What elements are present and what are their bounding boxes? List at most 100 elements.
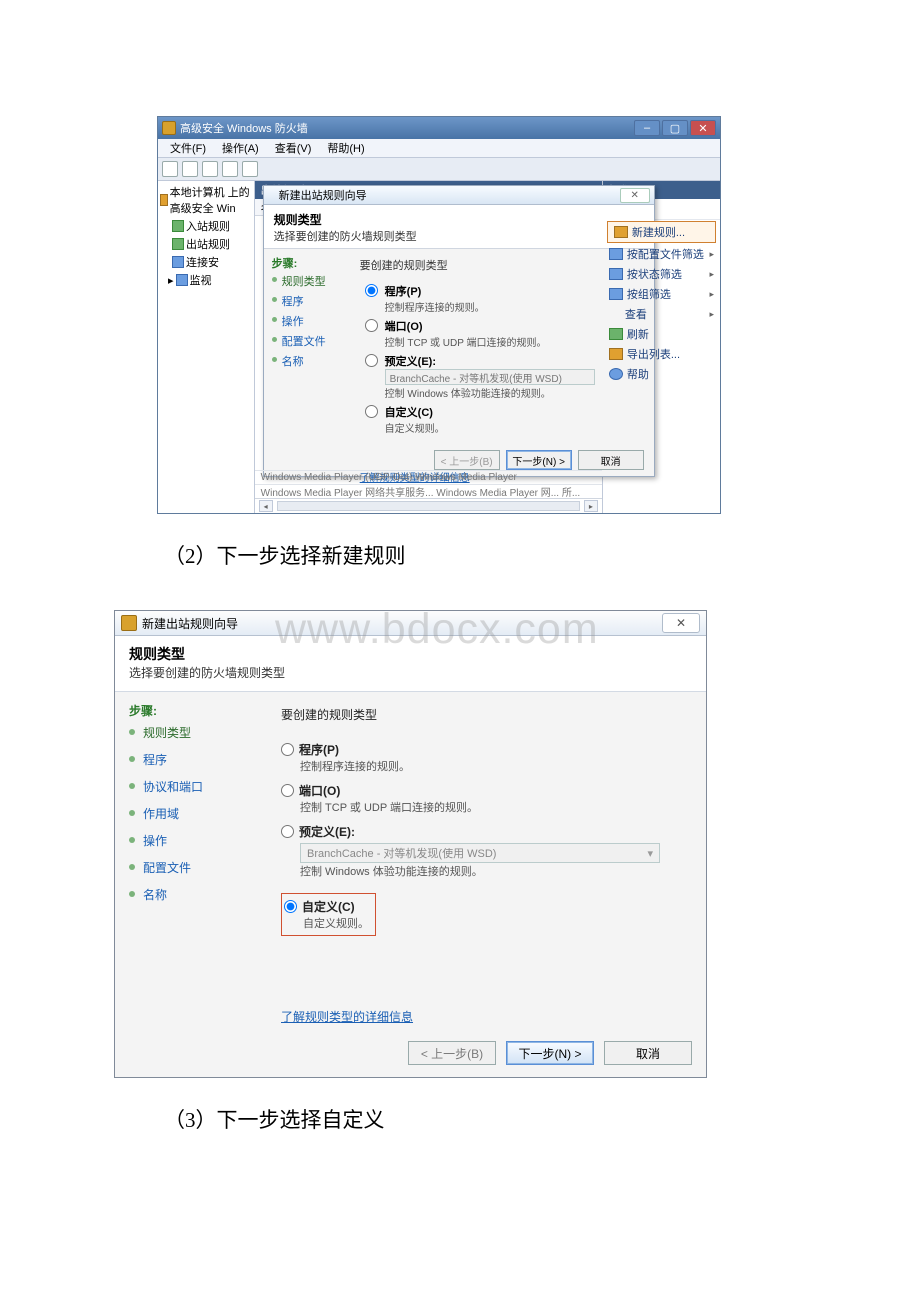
maximize-button[interactable]: ▢ — [662, 120, 688, 136]
refresh-icon[interactable] — [222, 161, 238, 177]
wizard-steps: 步骤: 规则类型 程序 操作 配置文件 名称 — [264, 249, 354, 469]
wizard-header: 规则类型 选择要创建的防火墙规则类型 — [264, 205, 654, 249]
cancel-button[interactable]: 取消 — [604, 1041, 692, 1065]
radio-port-input[interactable] — [281, 784, 294, 797]
radio-predef[interactable]: 预定义(E): BranchCache - 对等机发现(使用 WSD) 控制 W… — [281, 823, 688, 879]
step-program[interactable]: 程序 — [272, 291, 346, 311]
step-action[interactable]: 操作 — [129, 827, 275, 854]
radio-custom[interactable]: 自定义(C) 自定义规则。 — [284, 898, 369, 931]
step-name[interactable]: 名称 — [129, 881, 275, 908]
wizard-title: 新建出站规则向导 — [279, 187, 367, 203]
action-label: 刷新 — [627, 326, 649, 342]
radio-port[interactable]: 端口(O) 控制 TCP 或 UDP 端口连接的规则。 — [281, 782, 688, 815]
inbound-icon — [172, 220, 184, 232]
tree-connsec[interactable]: 连接安 — [160, 253, 252, 271]
minimize-button[interactable]: – — [634, 120, 660, 136]
refresh-icon — [609, 328, 623, 340]
action-help[interactable]: 帮助 — [603, 364, 720, 384]
caption-step2: （2）下一步选择新建规则 — [0, 514, 920, 592]
radio-port[interactable]: 端口(O)控制 TCP 或 UDP 端口连接的规则。 — [360, 318, 642, 349]
step-ruletype[interactable]: 规则类型 — [272, 271, 346, 291]
menu-view[interactable]: 查看(V) — [267, 140, 320, 156]
radio-predef[interactable]: 预定义(E):BranchCache - 对等机发现(使用 WSD)控制 Win… — [360, 353, 642, 400]
action-new-rule[interactable]: 新建规则... — [607, 221, 716, 243]
next-button[interactable]: 下一步(N) > — [506, 450, 572, 470]
shield-icon — [121, 615, 137, 631]
toolbar — [158, 158, 720, 181]
firewall-mmc-window: 高级安全 Windows 防火墙 – ▢ ✕ 文件(F) 操作(A) 查看(V)… — [157, 116, 721, 514]
wizard-close-button[interactable]: ✕ — [662, 613, 700, 633]
new-rule-wizard: 新建出站规则向导 ✕ 规则类型 选择要创建的防火墙规则类型 步骤: 规则类型 程… — [263, 185, 655, 477]
radio-label: 自定义(C) — [385, 407, 433, 419]
steps-heading: 步骤: — [272, 255, 346, 271]
horizontal-scrollbar[interactable]: ◂ ▸ — [255, 498, 602, 513]
radio-program-input[interactable] — [365, 284, 378, 297]
menu-action[interactable]: 操作(A) — [214, 140, 267, 156]
tree-inbound[interactable]: 入站规则 — [160, 217, 252, 235]
radio-predef-input[interactable] — [365, 354, 378, 367]
radio-predef-input[interactable] — [281, 825, 294, 838]
radio-program[interactable]: 程序(P)控制程序连接的规则。 — [360, 283, 642, 314]
radio-port-input[interactable] — [365, 319, 378, 332]
wizard-titlebar: 新建出站规则向导 ✕ — [115, 611, 706, 636]
action-filter-group[interactable]: 按组筛选▸ — [603, 284, 720, 304]
forward-icon[interactable] — [182, 161, 198, 177]
wizard-subheading: 选择要创建的防火墙规则类型 — [274, 228, 644, 244]
menu-file[interactable]: 文件(F) — [162, 140, 214, 156]
action-label: 导出列表... — [627, 346, 680, 362]
radio-custom[interactable]: 自定义(C)自定义规则。 — [360, 404, 642, 435]
action-view[interactable]: 查看▸ — [603, 304, 720, 324]
radio-program[interactable]: 程序(P) 控制程序连接的规则。 — [281, 741, 688, 774]
help-icon[interactable] — [242, 161, 258, 177]
chevron-right-icon: ▸ — [709, 249, 714, 260]
scroll-right-icon[interactable]: ▸ — [584, 500, 598, 512]
close-button[interactable]: ✕ — [690, 120, 716, 136]
step-profile[interactable]: 配置文件 — [129, 854, 275, 881]
next-button[interactable]: 下一步(N) > — [506, 1041, 594, 1065]
up-icon[interactable] — [202, 161, 218, 177]
action-refresh[interactable]: 刷新 — [603, 324, 720, 344]
action-label: 按状态筛选 — [627, 266, 682, 282]
filter-icon — [609, 288, 623, 300]
scroll-track[interactable] — [277, 501, 580, 511]
menu-bar: 文件(F) 操作(A) 查看(V) 帮助(H) — [158, 139, 720, 158]
caption-step3: （3）下一步选择自定义 — [0, 1078, 920, 1156]
step-profile[interactable]: 配置文件 — [272, 331, 346, 351]
radio-custom-input[interactable] — [365, 405, 378, 418]
action-filter-profile[interactable]: 按配置文件筛选▸ — [603, 244, 720, 264]
cancel-button[interactable]: 取消 — [578, 450, 644, 470]
rules-list-pane: 出站规则 名称 组 配置文件 已启用 操... 新建出站规则向导 ✕ 规则类型 … — [255, 181, 602, 513]
back-icon[interactable] — [162, 161, 178, 177]
radio-custom-highlight: 自定义(C) 自定义规则。 — [281, 893, 376, 936]
step-ruletype[interactable]: 规则类型 — [129, 719, 275, 746]
step-action[interactable]: 操作 — [272, 311, 346, 331]
radio-custom-input[interactable] — [284, 900, 297, 913]
learn-more-link[interactable]: 了解规则类型的详细信息 — [281, 1008, 413, 1025]
menu-help[interactable]: 帮助(H) — [319, 140, 372, 156]
tree-outbound[interactable]: 出站规则 — [160, 235, 252, 253]
predef-dropdown: BranchCache - 对等机发现(使用 WSD) — [300, 843, 660, 863]
action-filter-state[interactable]: 按状态筛选▸ — [603, 264, 720, 284]
step-scope[interactable]: 作用域 — [129, 800, 275, 827]
step-program[interactable]: 程序 — [129, 746, 275, 773]
action-export[interactable]: 导出列表... — [603, 344, 720, 364]
scroll-left-icon[interactable]: ◂ — [259, 500, 273, 512]
step-protocol[interactable]: 协议和端口 — [129, 773, 275, 800]
wizard-buttons: < 上一步(B) 下一步(N) > 取消 — [434, 450, 644, 470]
list-bottom-rows: Windows Media Player (UDP-Out) Windows M… — [255, 470, 602, 513]
wizard-buttons: < 上一步(B) 下一步(N) > 取消 — [115, 1033, 706, 1077]
list-row[interactable]: Windows Media Player 网络共享服务... Windows M… — [255, 484, 602, 498]
wizard-title: 新建出站规则向导 — [142, 615, 238, 632]
back-button: < 上一步(B) — [434, 450, 500, 470]
export-icon — [609, 348, 623, 360]
wizard-close-button[interactable]: ✕ — [620, 188, 650, 203]
radio-program-input[interactable] — [281, 743, 294, 756]
tree-root[interactable]: 本地计算机 上的高级安全 Win — [160, 183, 252, 217]
step-name[interactable]: 名称 — [272, 351, 346, 371]
tree-monitor[interactable]: ▸ 监视 — [160, 271, 252, 289]
radio-label: 程序(P) — [385, 286, 422, 298]
window-titlebar: 高级安全 Windows 防火墙 – ▢ ✕ — [158, 117, 720, 139]
shield-icon — [160, 194, 168, 206]
predef-selected: BranchCache - 对等机发现(使用 WSD) — [390, 370, 562, 385]
list-row[interactable]: Windows Media Player (UDP-Out) Windows M… — [255, 470, 602, 484]
